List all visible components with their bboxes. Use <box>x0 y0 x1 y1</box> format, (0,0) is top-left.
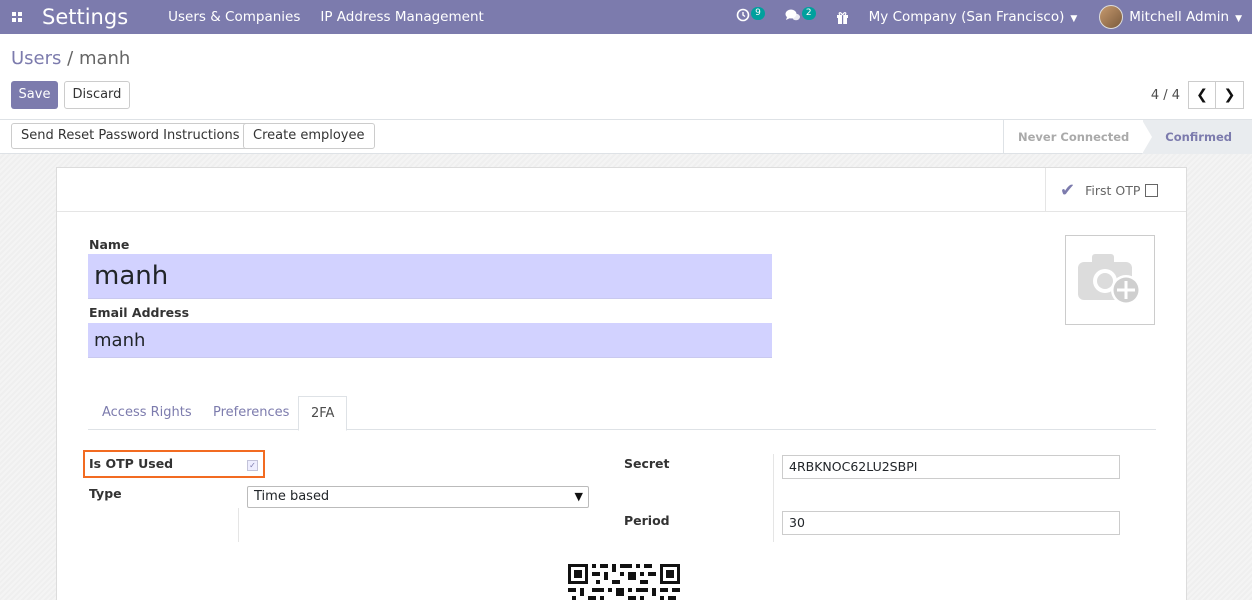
button-box: ✔ First OTP <box>57 168 1186 212</box>
user-image-upload[interactable] <box>1065 235 1155 325</box>
otp-used-label: Is OTP Used <box>89 456 174 471</box>
status-stages: Never Connected Confirmed <box>1002 120 1252 154</box>
apps-menu-icon[interactable] <box>0 0 34 34</box>
activity-count-badge: 9 <box>751 6 765 20</box>
name-input[interactable]: manh <box>88 254 772 299</box>
save-button[interactable]: Save <box>11 81 58 109</box>
company-name: My Company (San Francisco) <box>868 9 1065 25</box>
breadcrumb-current: manh <box>78 48 131 69</box>
messages-count-badge: 2 <box>801 6 816 20</box>
email-input[interactable]: manh <box>88 323 772 358</box>
breadcrumb-users-link[interactable]: Users <box>11 48 61 69</box>
check-icon: ✔ <box>1060 179 1076 201</box>
tab-2fa[interactable]: 2FA <box>298 396 348 431</box>
chevron-left-icon: ❮ <box>1196 87 1208 103</box>
clock-icon <box>736 8 750 26</box>
chevron-down-icon: ▼ <box>1070 14 1078 24</box>
user-menu[interactable]: Mitchell Admin ▼ <box>1129 9 1242 25</box>
pager-previous-button[interactable]: ❮ <box>1188 81 1216 109</box>
send-reset-password-button[interactable]: Send Reset Password Instructions <box>11 123 250 149</box>
breadcrumb: Users / manh <box>11 48 130 69</box>
tab-access-rights[interactable]: Access Rights <box>102 396 192 430</box>
control-panel: Users / manh Save Discard 4 / 4 ❮ ❯ <box>0 34 1252 120</box>
chevron-down-icon: ▼ <box>1235 14 1242 24</box>
pager-value[interactable]: 4 / 4 <box>1151 88 1180 103</box>
first-otp-label: First OTP <box>1085 182 1141 198</box>
user-avatar[interactable] <box>1099 5 1124 29</box>
chevron-down-icon: ▼ <box>574 490 583 503</box>
type-select[interactable]: Time based ▼ <box>247 486 589 508</box>
secret-label: Secret <box>624 456 670 471</box>
chat-bubbles-icon <box>785 8 801 26</box>
pager-next-button[interactable]: ❯ <box>1216 81 1244 109</box>
email-label: Email Address <box>89 305 190 320</box>
menu-ip-address-management[interactable]: IP Address Management <box>320 9 483 25</box>
menu-users-companies[interactable]: Users & Companies <box>168 9 300 25</box>
messages-button[interactable]: 2 <box>785 6 816 26</box>
stage-never-connected[interactable]: Never Connected <box>1002 120 1143 154</box>
top-navbar: Settings Users & Companies IP Address Ma… <box>0 0 1252 34</box>
breadcrumb-separator: / <box>67 48 74 69</box>
create-employee-button[interactable]: Create employee <box>243 123 375 149</box>
activity-button[interactable]: 9 <box>736 6 765 26</box>
qr-code-image <box>568 564 680 600</box>
field-divider <box>773 454 774 542</box>
chevron-right-icon: ❯ <box>1223 87 1236 103</box>
field-divider <box>238 508 239 542</box>
discard-button[interactable]: Discard <box>64 81 130 109</box>
first-otp-toggle[interactable]: ✔ First OTP <box>1045 168 1186 212</box>
company-switcher[interactable]: My Company (San Francisco) ▼ <box>869 9 1078 25</box>
otp-used-checkbox[interactable]: ✓ <box>247 460 258 471</box>
period-input[interactable]: 30 <box>782 511 1120 535</box>
user-name: Mitchell Admin <box>1129 9 1230 25</box>
pager-buttons: ❮ ❯ <box>1188 81 1244 109</box>
form-tabs: Access Rights Preferences 2FA <box>88 396 1156 431</box>
app-title[interactable]: Settings <box>42 5 128 29</box>
secret-input[interactable]: 4RBKNOC62LU2SBPI <box>782 455 1120 479</box>
type-label: Type <box>89 486 122 501</box>
form-statusbar: Send Reset Password Instructions Create … <box>0 120 1252 154</box>
camera-add-icon <box>1076 248 1144 312</box>
form-sheet: ✔ First OTP Name manh Email Address manh… <box>56 167 1187 600</box>
name-label: Name <box>89 237 130 252</box>
first-otp-checkbox[interactable] <box>1145 183 1159 197</box>
period-label: Period <box>624 513 670 528</box>
gift-icon[interactable] <box>836 11 849 24</box>
tab-preferences[interactable]: Preferences <box>213 396 289 430</box>
stage-confirmed[interactable]: Confirmed <box>1142 120 1252 154</box>
type-selected-value: Time based <box>254 489 330 504</box>
